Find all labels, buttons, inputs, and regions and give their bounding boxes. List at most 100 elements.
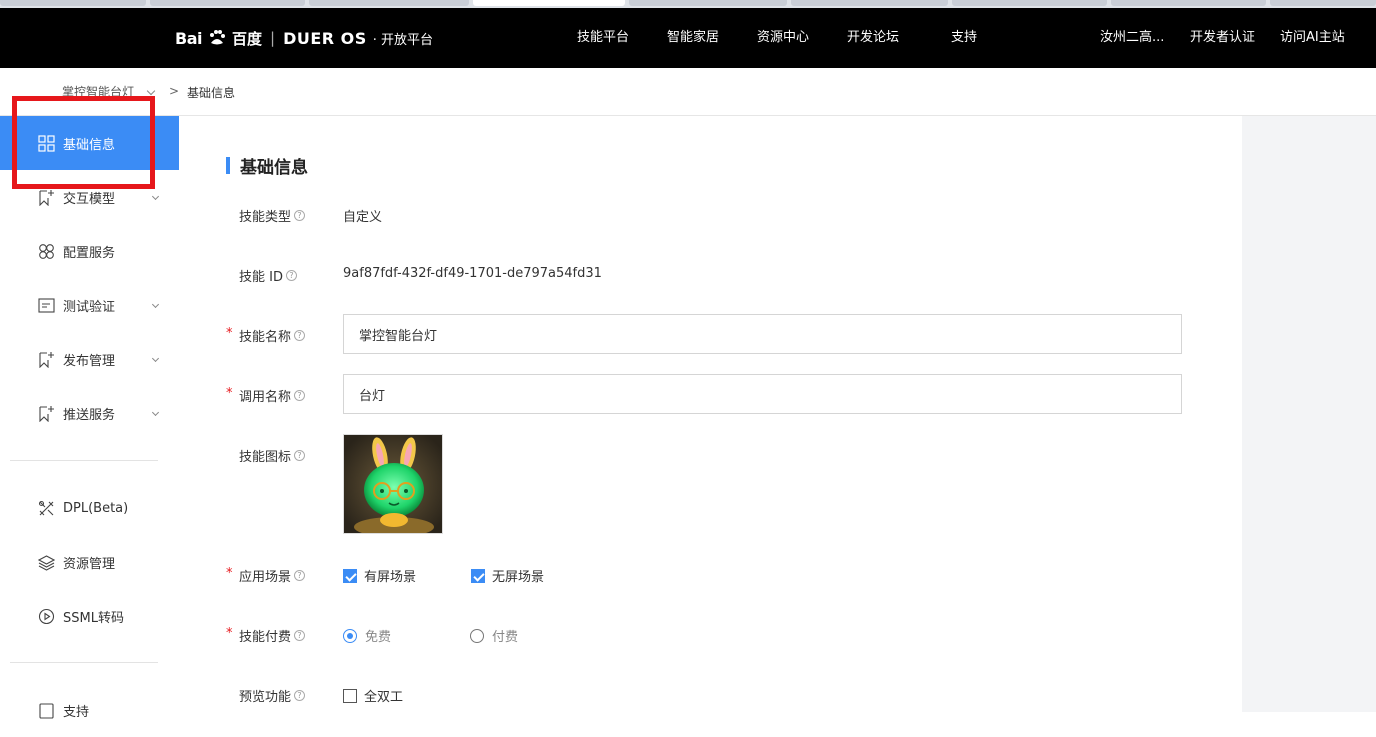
skill-type-value: 自定义 xyxy=(343,210,383,225)
nav-dev-forum[interactable]: 开发论坛 xyxy=(847,8,899,68)
skill-icon-label: 技能图标 ? xyxy=(239,446,306,465)
sidebar-item-label: 发布管理 xyxy=(63,353,116,369)
sidebar-item-interaction-model[interactable]: 交互模型 xyxy=(0,170,179,224)
fee-paid-radio[interactable]: 付费 xyxy=(470,626,518,645)
sidebar-item-publish[interactable]: 发布管理 xyxy=(0,332,179,386)
help-icon[interactable]: ? xyxy=(294,450,306,461)
skill-icon-image[interactable] xyxy=(343,434,443,534)
invoke-name-label-text: 调用名称 xyxy=(239,390,292,405)
skill-id-value: 9af87fdf-432f-df49-1701-de797a54fd31 xyxy=(343,266,602,281)
sidebar-item-support[interactable]: 支持 xyxy=(0,683,179,737)
browser-tab[interactable] xyxy=(309,0,469,6)
invoke-name-input[interactable] xyxy=(343,374,1182,414)
preview-duplex-text: 全双工 xyxy=(364,690,404,705)
right-gutter xyxy=(1242,116,1376,712)
invoke-name-label: 调用名称 ? xyxy=(239,386,306,405)
browser-tab-strip xyxy=(0,0,1376,8)
bookmark-plus-icon xyxy=(39,189,54,206)
checkbox-checked-icon[interactable] xyxy=(343,568,357,583)
browser-tab[interactable] xyxy=(1270,0,1376,6)
chevron-down-icon[interactable] xyxy=(151,192,160,201)
section-title-bar xyxy=(226,156,230,174)
chevron-down-icon[interactable] xyxy=(146,86,156,96)
breadcrumb-separator: > xyxy=(169,84,180,98)
sidebar-item-basic-info[interactable]: 基础信息 xyxy=(0,116,179,170)
help-icon[interactable]: ? xyxy=(294,210,306,221)
sidebar-item-label: SSML转码 xyxy=(63,610,124,626)
nav-resource-center[interactable]: 资源中心 xyxy=(757,8,809,68)
sidebar-item-push-service[interactable]: 推送服务 xyxy=(0,386,179,440)
logo-os-text: OS xyxy=(340,28,367,48)
browser-tab-active[interactable] xyxy=(473,0,625,6)
nav-developer-cert[interactable]: 开发者认证 xyxy=(1190,8,1255,68)
nav-smart-home[interactable]: 智能家居 xyxy=(667,8,719,68)
nav-user-menu[interactable]: 汝州二高... xyxy=(1100,8,1164,68)
nav-support[interactable]: 支持 xyxy=(951,8,977,68)
fee-free-text: 免费 xyxy=(365,630,392,645)
skill-name-input[interactable] xyxy=(343,314,1182,354)
browser-tab[interactable] xyxy=(791,0,948,6)
chevron-down-icon[interactable] xyxy=(151,354,160,363)
browser-tab[interactable] xyxy=(150,0,305,6)
checkbox-unchecked-icon[interactable] xyxy=(343,688,357,703)
document-icon xyxy=(39,702,54,719)
help-icon[interactable]: ? xyxy=(294,630,306,641)
fee-paid-text: 付费 xyxy=(492,630,519,645)
browser-tab[interactable] xyxy=(952,0,1107,6)
skill-id-label-text: 技能 ID xyxy=(239,270,283,285)
scene-noscreen-text: 无屏场景 xyxy=(492,570,545,585)
sidebar-divider xyxy=(10,662,158,663)
scene-screen-text: 有屏场景 xyxy=(364,570,417,585)
browser-tab[interactable] xyxy=(629,0,787,6)
grid-icon xyxy=(38,134,55,152)
help-icon[interactable]: ? xyxy=(294,390,306,401)
fee-label-text: 技能付费 xyxy=(239,630,292,645)
skill-id-label: 技能 ID ? xyxy=(239,266,297,285)
help-icon[interactable]: ? xyxy=(294,690,306,701)
radio-unselected-icon[interactable] xyxy=(470,628,484,643)
sidebar-item-label: 支持 xyxy=(63,704,90,720)
bookmark-plus-icon xyxy=(39,405,54,422)
sidebar-item-label: 推送服务 xyxy=(63,407,116,423)
chevron-down-icon[interactable] xyxy=(151,408,160,417)
browser-tab[interactable] xyxy=(0,0,146,6)
sidebar-divider xyxy=(10,460,158,461)
skill-type-label-text: 技能类型 xyxy=(239,210,292,225)
help-icon[interactable]: ? xyxy=(294,570,306,581)
logo-divider: | xyxy=(270,29,276,47)
fee-free-radio[interactable]: 免费 xyxy=(343,626,391,645)
required-mark: * xyxy=(226,326,233,341)
section-title: 基础信息 xyxy=(226,155,308,178)
sidebar-item-config-service[interactable]: 配置服务 xyxy=(0,224,179,278)
nav-visit-ai[interactable]: 访问AI主站 xyxy=(1280,8,1345,68)
browser-tab[interactable] xyxy=(1111,0,1266,6)
preview-duplex-checkbox[interactable]: 全双工 xyxy=(343,686,403,705)
skill-type-label: 技能类型 ? xyxy=(239,206,306,225)
bookmark-plus-icon xyxy=(39,351,54,368)
chevron-down-icon[interactable] xyxy=(151,300,160,309)
scene-noscreen-checkbox[interactable]: 无屏场景 xyxy=(471,566,544,585)
play-circle-icon xyxy=(38,608,55,624)
tools-icon xyxy=(38,500,54,515)
dueros-logo[interactable]: Bai 百度 | DUER OS · 开放平台 xyxy=(175,8,433,68)
required-mark: * xyxy=(226,386,233,401)
logo-platform-text: · 开放平台 xyxy=(372,32,433,48)
sidebar-item-dpl[interactable]: DPL(Beta) xyxy=(0,481,179,535)
breadcrumb: 掌控智能台灯 > 基础信息 xyxy=(0,68,1376,116)
sidebar-item-label: 交互模型 xyxy=(63,191,116,207)
sidebar-item-label: DPL(Beta) xyxy=(63,500,129,516)
sidebar-item-ssml[interactable]: SSML转码 xyxy=(0,589,179,643)
skill-name-label-text: 技能名称 xyxy=(239,330,292,345)
nav-skill-platform[interactable]: 技能平台 xyxy=(577,8,629,68)
scene-screen-checkbox[interactable]: 有屏场景 xyxy=(343,566,416,585)
breadcrumb-skill-select[interactable]: 掌控智能台灯 xyxy=(62,83,134,100)
help-icon[interactable]: ? xyxy=(294,330,306,341)
preview-label: 预览功能 ? xyxy=(239,686,306,705)
checkbox-checked-icon[interactable] xyxy=(471,568,485,583)
sidebar-item-resource-mgmt[interactable]: 资源管理 xyxy=(0,535,179,589)
sidebar-item-test-verify[interactable]: 测试验证 xyxy=(0,278,179,332)
section-title-text: 基础信息 xyxy=(240,157,308,178)
radio-selected-icon[interactable] xyxy=(343,628,357,643)
help-icon[interactable]: ? xyxy=(285,270,297,281)
breadcrumb-current: 基础信息 xyxy=(187,86,236,100)
